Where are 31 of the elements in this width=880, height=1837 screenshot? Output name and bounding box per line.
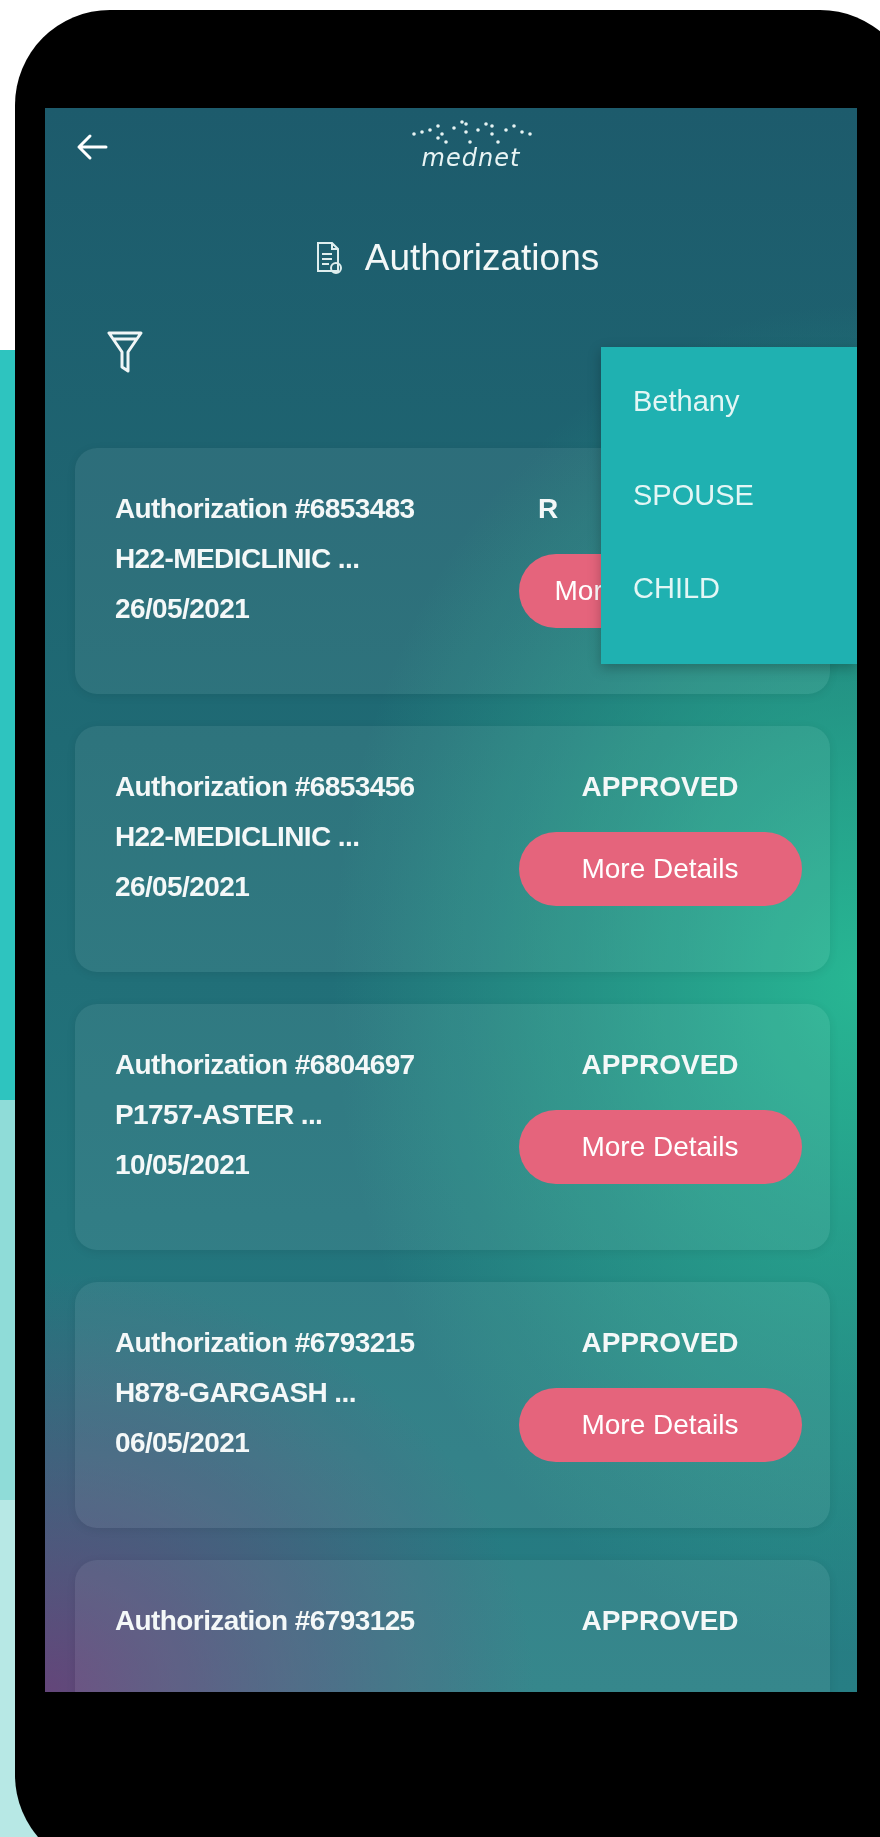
status-label: APPROVED xyxy=(581,770,739,804)
status-label: R xyxy=(538,492,559,526)
authorization-date: 10/05/2021 xyxy=(115,1148,251,1182)
menu-item[interactable]: SPOUSE xyxy=(601,476,857,571)
provider-name: H22-MEDICLINIC ... xyxy=(115,820,361,854)
status-label: APPROVED xyxy=(581,1326,739,1360)
status-label: APPROVED xyxy=(581,1048,739,1082)
authorization-number: Authorization #6793215 xyxy=(115,1326,416,1360)
provider-name: P1757-ASTER ... xyxy=(115,1098,324,1132)
authorization-number: Authorization #6853483 xyxy=(115,492,416,526)
authorization-number: Authorization #6793125 xyxy=(115,1604,416,1638)
logo-text: mednet xyxy=(421,144,521,172)
authorization-date: 26/05/2021 xyxy=(115,870,251,904)
filter-icon xyxy=(107,330,143,374)
logo-dots-icon xyxy=(410,118,532,144)
authorization-date: 06/05/2021 xyxy=(115,1426,251,1460)
menu-item[interactable]: Bethany xyxy=(601,383,857,477)
document-icon xyxy=(314,241,343,275)
authorization-number: Authorization #6804697 xyxy=(115,1048,416,1082)
page-title: Authorizations xyxy=(364,237,600,279)
filter-button[interactable] xyxy=(107,330,143,374)
menu-item[interactable]: CHILD xyxy=(601,570,857,664)
status-label: APPROVED xyxy=(581,1604,739,1638)
more-details-button[interactable]: More Details xyxy=(518,1388,802,1462)
provider-name: H878-GARGASH ... xyxy=(115,1376,357,1410)
back-arrow-icon xyxy=(75,132,109,162)
authorization-number: Authorization #6853456 xyxy=(115,770,416,804)
provider-name: H22-MEDICLINIC ... xyxy=(115,542,361,576)
authorization-date: 26/05/2021 xyxy=(115,592,251,626)
more-details-button[interactable]: More Details xyxy=(518,832,802,906)
more-details-button[interactable]: More Details xyxy=(518,1110,802,1184)
